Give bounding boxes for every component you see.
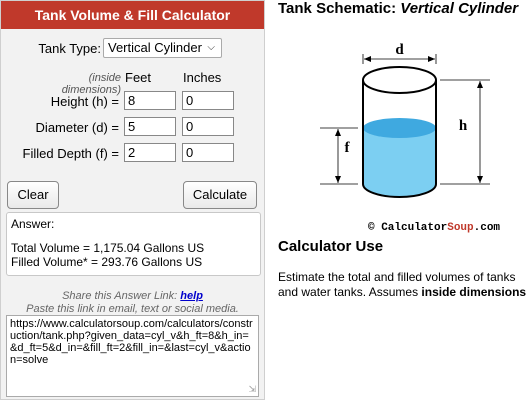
filled-depth-feet-input[interactable]: 2 — [124, 143, 176, 162]
total-volume-result: Total Volume = 1,175.04 Gallons US — [11, 241, 205, 255]
share-url-textarea[interactable]: https://www.calculatorsoup.com/calculato… — [6, 315, 259, 397]
copyright-prefix: © Calculator — [368, 222, 448, 234]
calculator-use-heading: Calculator Use — [278, 238, 384, 255]
calculator-use-line1: Estimate the total and filled volumes of… — [278, 270, 516, 284]
diameter-inches-input[interactable]: 0 — [182, 117, 234, 136]
calculator-use-paragraph: Estimate the total and filled volumes of… — [278, 270, 530, 300]
height-label: Height (h) = — [50, 94, 119, 109]
tank-top-ellipse — [362, 66, 437, 94]
share-answer-line: Share this Answer Link: help — [1, 290, 264, 302]
tank-type-value: Vertical Cylinder — [108, 40, 202, 55]
calculator-use-line2-bold: inside dimensions — [421, 285, 527, 299]
height-inches-input[interactable]: 0 — [182, 91, 234, 110]
resize-handle-icon[interactable]: ⇲ — [248, 383, 256, 395]
filled-volume-result: Filled Volume* = 293.76 Gallons US — [11, 255, 203, 269]
share-answer-text: Share this Answer Link: — [62, 290, 178, 302]
diameter-feet-input[interactable]: 5 — [124, 117, 176, 136]
filled-depth-symbol: f — [345, 140, 351, 156]
copyright-logo: © CalculatorSoup.com — [368, 222, 500, 234]
chevron-down-icon: ⌵ — [207, 42, 215, 53]
column-feet-header: Feet — [125, 70, 152, 85]
copyright-brand: Soup — [447, 222, 474, 234]
schematic-title-prefix: Tank Schematic: — [278, 0, 401, 17]
water-surface — [363, 118, 436, 138]
calculator-use-line2: and water tanks. Assumes — [278, 285, 422, 299]
calculator-panel: Tank Volume & Fill Calculator Tank Type:… — [0, 0, 265, 400]
tank-type-select[interactable]: Vertical Cylinder ⌵ — [103, 38, 222, 58]
diameter-symbol: d — [395, 42, 404, 58]
schematic-title-shape: Vertical Cylinder — [400, 0, 519, 17]
diameter-label: Diameter (d) = — [35, 120, 119, 135]
filled-depth-inches-input[interactable]: 0 — [182, 143, 234, 162]
copyright-suffix: .com — [473, 222, 501, 234]
share-help-link[interactable]: help — [180, 290, 203, 302]
tank-type-label: Tank Type: — [38, 41, 101, 56]
tank-schematic-diagram: d h f — [320, 42, 490, 198]
schematic-title: Tank Schematic: Vertical Cylinder — [278, 0, 518, 17]
height-symbol: h — [459, 118, 468, 134]
column-inches-header: Inches — [183, 70, 222, 85]
inside-dimensions-note: (inside dimensions) — [61, 72, 121, 96]
answer-box: Answer: Total Volume = 1,175.04 Gallons … — [6, 212, 261, 276]
water-fill — [363, 128, 436, 197]
height-feet-input[interactable]: 8 — [124, 91, 176, 110]
paste-instructions: Paste this link in email, text or social… — [26, 303, 239, 315]
calculate-button[interactable]: Calculate — [183, 181, 257, 209]
answer-heading: Answer: — [11, 217, 55, 231]
clear-button[interactable]: Clear — [7, 181, 59, 209]
share-url-text: https://www.calculatorsoup.com/calculato… — [10, 318, 253, 366]
filled-depth-label: Filled Depth (f) = — [22, 146, 119, 161]
calculator-header: Tank Volume & Fill Calculator — [1, 1, 264, 29]
